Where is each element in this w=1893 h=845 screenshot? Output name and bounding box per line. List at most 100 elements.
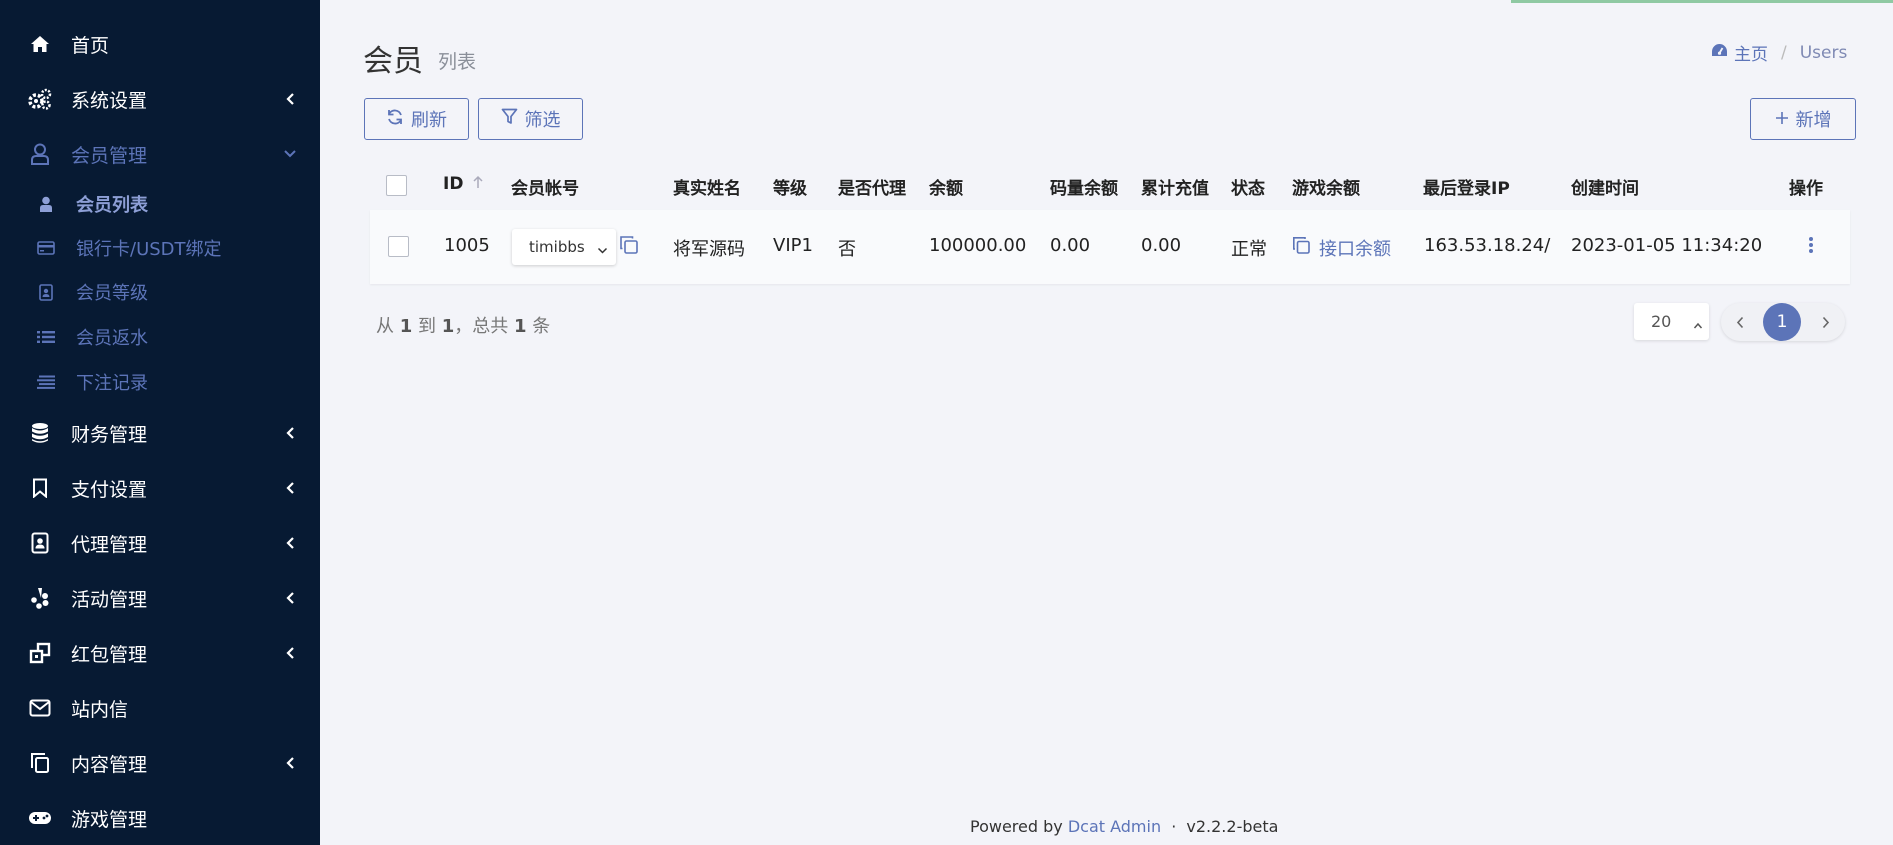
sub-label: 银行卡/USDT绑定 [76,239,222,260]
nav-label: 系统设置 [71,89,148,112]
column-header-is-agent: 是否代理 [838,179,906,199]
address-card-icon [36,282,56,302]
gamepad-icon [28,806,52,830]
nav-agent-management[interactable]: 代理管理 [0,521,320,565]
sidebar-sub-member-rebate[interactable]: 会员返水 [0,317,320,357]
cell-created-at: 2023-01-05 11:34:20 [1571,235,1763,256]
align-icon [36,372,56,392]
list-icon [36,327,56,347]
sidebar: 首页 系统设置 会员管理 会员列表 银行卡/USDT绑定 会员等级 会员返水 下… [0,0,320,845]
game-balance-link[interactable]: 接口余额 [1292,235,1391,261]
cell-code-balance: 0.00 [1050,235,1091,256]
column-header-id[interactable]: ID [443,174,483,194]
next-page-button[interactable] [1809,303,1843,341]
footer-brand-link[interactable]: Dcat Admin [1068,817,1161,836]
cell-real-name: 将军源码 [673,239,745,260]
breadcrumb-separator: / [1781,42,1787,63]
breadcrumb-home-label: 主页 [1734,45,1768,65]
chevron-left-icon [282,91,298,107]
yelp-icon [28,586,52,610]
add-label: 新增 [1795,110,1832,131]
add-button[interactable]: 新增 [1750,98,1856,140]
sub-label: 会员等级 [76,283,148,304]
sort-arrow-up-icon [473,174,483,194]
filter-button[interactable]: 筛选 [478,98,583,140]
chevron-down-icon [282,146,298,162]
breadcrumb-home[interactable]: 主页 [1711,40,1768,65]
sidebar-sub-member-list[interactable]: 会员列表 [0,184,320,224]
gears-icon [28,87,52,111]
page-subtitle: 列表 [438,51,477,73]
column-header-created-at: 创建时间 [1571,179,1639,199]
nav-label: 内容管理 [71,753,148,776]
per-page-value: 20 [1651,312,1672,331]
nav-home[interactable]: 首页 [0,22,320,66]
column-header-account: 会员帐号 [511,179,579,199]
breadcrumb: 主页 / Users [1711,40,1847,65]
per-page-select[interactable]: 20 [1634,303,1709,340]
plus-icon [1775,109,1789,130]
nav-content-management[interactable]: 内容管理 [0,741,320,785]
clone-icon [28,641,52,665]
sidebar-sub-member-level[interactable]: 会员等级 [0,272,320,312]
nav-member-management[interactable]: 会员管理 [0,132,320,176]
account-dropdown[interactable]: timibbs [512,229,616,265]
column-header-balance: 余额 [929,179,963,199]
filter-label: 筛选 [524,110,561,131]
breadcrumb-current: Users [1799,42,1848,63]
cell-level: VIP1 [773,235,813,256]
refresh-label: 刷新 [411,110,447,131]
copy-account-icon[interactable] [619,235,641,257]
refresh-button[interactable]: 刷新 [364,98,469,140]
footer: Powered by Dcat Admin · v2.2.2-beta [970,817,1279,836]
nav-redpacket-management[interactable]: 红包管理 [0,631,320,675]
chevron-left-icon [1736,316,1744,328]
cell-status: 正常 [1231,239,1267,260]
copy-icon [1292,236,1311,260]
top-notification-bar [1511,0,1893,3]
nav-game-management[interactable]: 游戏管理 [0,796,320,840]
nav-finance-management[interactable]: 财务管理 [0,411,320,455]
prev-page-button[interactable] [1723,303,1757,341]
nav-payment-settings[interactable]: 支付设置 [0,466,320,510]
game-balance-label: 接口余额 [1319,239,1391,260]
chevron-up-icon [1693,315,1703,334]
column-header-total-recharge: 累计充值 [1141,179,1209,199]
cell-last-ip: 163.53.18.24/ [1424,235,1551,256]
user-small-icon [36,194,56,214]
id-badge-icon [28,531,52,555]
nav-activity-management[interactable]: 活动管理 [0,576,320,620]
nav-inbox[interactable]: 站内信 [0,686,320,730]
copy-icon [28,751,52,775]
sidebar-sub-bet-records[interactable]: 下注记录 [0,362,320,402]
nav-label: 游戏管理 [71,808,148,831]
nav-label: 代理管理 [71,533,148,556]
refresh-icon [386,108,404,131]
row-checkbox[interactable] [388,236,409,257]
nav-label: 会员管理 [71,144,148,167]
nav-label: 站内信 [71,698,129,721]
more-actions-icon[interactable] [1803,234,1819,256]
page-button-current[interactable]: 1 [1763,303,1801,341]
envelope-icon [28,696,52,720]
column-header-code-balance: 码量余额 [1050,179,1118,199]
nav-label: 首页 [71,34,110,57]
home-icon [28,32,52,56]
filter-icon [501,108,518,130]
column-header-last-ip: 最后登录IP [1423,179,1510,199]
select-all-checkbox[interactable] [386,175,407,196]
page-title: 会员 [363,44,423,79]
chevron-left-icon [282,645,298,661]
chevron-left-icon [282,755,298,771]
nav-system-settings[interactable]: 系统设置 [0,77,320,121]
sidebar-sub-bank-card[interactable]: 银行卡/USDT绑定 [0,228,320,268]
column-header-status: 状态 [1231,179,1265,199]
cell-balance: 100000.00 [929,235,1027,256]
column-header-real-name: 真实姓名 [673,179,741,199]
chevron-left-icon [282,590,298,606]
sub-label: 会员列表 [76,195,148,216]
credit-card-icon [36,238,56,258]
sub-label: 下注记录 [76,373,148,394]
nav-label: 支付设置 [71,478,148,501]
column-header-level: 等级 [773,179,807,199]
